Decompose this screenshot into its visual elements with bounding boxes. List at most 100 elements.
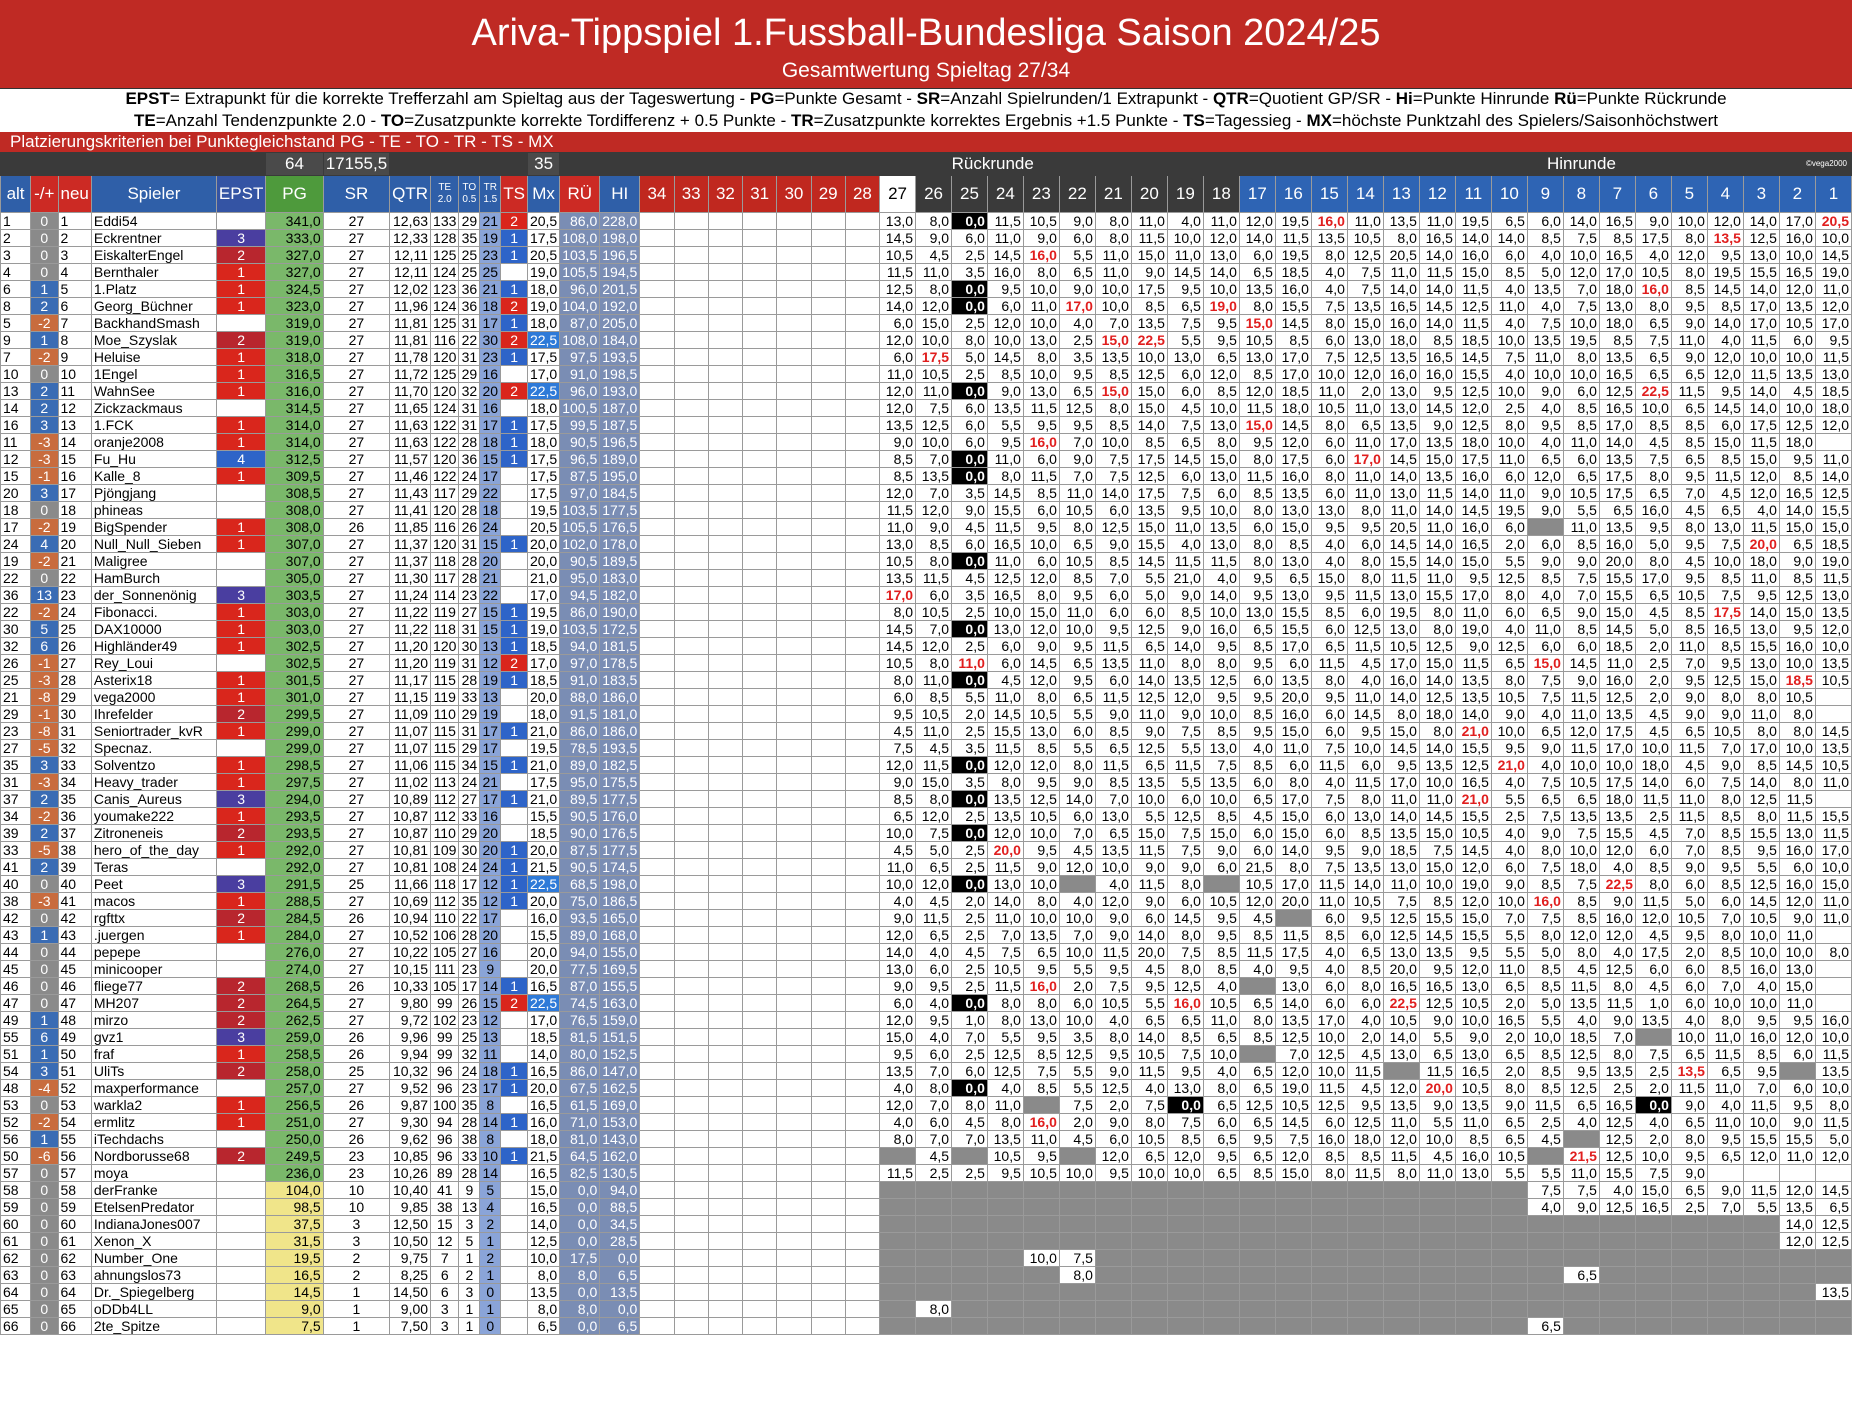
cell-day-24: 8,0: [986, 773, 1024, 791]
cell-day-1: 9,5: [1814, 331, 1852, 349]
cell-ts: 2: [500, 382, 528, 400]
cell-pg: 31,5: [265, 1232, 324, 1250]
cell-day-17: 9,5: [1238, 722, 1276, 740]
cell-ru: 0,0: [559, 1198, 601, 1216]
cell-day-32: [707, 314, 744, 332]
cell-day-26: 6,5: [915, 858, 953, 876]
cell-neu: 45: [57, 960, 92, 978]
cell-day-14: 4,0: [1346, 671, 1384, 689]
table-row: 32 6 26 Highländer49 1 302,5 27 11,20 120 30 13 1 18…: [0, 637, 1852, 655]
cell-neu: 29: [57, 688, 92, 706]
cell-day-34: [639, 858, 675, 876]
col-pg: PG: [265, 175, 324, 213]
cell-to: 5: [458, 1232, 481, 1250]
cell-hi: 193,5: [599, 739, 641, 757]
table-row: 64 0 64 Dr._Spiegelberg 14,5 1 14,50 6 3 0 13,5 0,0…: [0, 1283, 1852, 1301]
table-row: 49 1 48 mirzo 2 262,5 27 9,72 102 23 12 17,0 76,5 159…: [0, 1011, 1852, 1029]
cell-sr: 27: [322, 841, 391, 859]
cell-day-27: 6,0: [879, 994, 917, 1012]
cell-day-15: 8,5: [1310, 926, 1348, 944]
col-day-17: 17: [1238, 175, 1276, 213]
cell-day-15: 9,5: [1310, 518, 1348, 536]
cell-qtr: 9,00: [389, 1300, 432, 1318]
cell-day-33: [673, 977, 709, 995]
cell-day-17: [1238, 1232, 1276, 1250]
cell-day-22: 4,5: [1058, 1130, 1096, 1148]
cell-day-13: 20,5: [1382, 246, 1420, 264]
cell-day-13: 10,5: [1382, 637, 1420, 655]
cell-ru: 108,0: [559, 331, 601, 349]
summary-blank-3: [559, 152, 675, 176]
cell-ru: 86,0: [559, 212, 601, 230]
cell-epst: [215, 1300, 267, 1318]
col-day-25: 25: [951, 175, 988, 213]
cell-alt: 31: [0, 773, 32, 791]
cell-day-10: 2,0: [1490, 1062, 1528, 1080]
cell-day-15: 7,5: [1310, 739, 1348, 757]
cell-day-22: [1058, 1147, 1096, 1165]
cell-day-17: [1238, 1045, 1276, 1063]
cell-epst: 1: [215, 807, 267, 825]
cell-day-12: 14,0: [1418, 314, 1456, 332]
cell-day-16: [1274, 1198, 1312, 1216]
col-spieler: Spieler: [90, 175, 217, 213]
cell-qtr: 11,63: [389, 433, 432, 451]
cell-day-32: [707, 1011, 744, 1029]
cell-change: 0: [30, 943, 59, 961]
table-row: 38 -3 41 macos 1 288,5 27 10,69 112 35 12 1 20,0 75,0…: [0, 892, 1852, 910]
cell-day-34: [639, 739, 675, 757]
cell-pg: 14,5: [265, 1283, 324, 1301]
cell-day-20: 8,5: [1130, 297, 1168, 315]
cell-day-4: 8,0: [1706, 688, 1744, 706]
cell-day-31: [742, 773, 778, 791]
cell-day-17: 12,5: [1238, 1096, 1276, 1114]
cell-day-19: 9,5: [1166, 1062, 1204, 1080]
cell-day-27: 4,0: [879, 1079, 917, 1097]
cell-day-5: 8,5: [1670, 603, 1708, 621]
cell-day-29: [810, 501, 846, 519]
cell-day-15: 6,0: [1310, 1113, 1348, 1131]
cell-day-8: 19,5: [1562, 331, 1600, 349]
cell-day-17: 8,5: [1238, 1164, 1276, 1182]
cell-day-8: 6,5: [1562, 1096, 1600, 1114]
cell-spieler: MH207: [90, 994, 217, 1012]
cell-day-6: 0,0: [1634, 1096, 1672, 1114]
cell-day-23: [1022, 1317, 1060, 1335]
cell-hi: 193,5: [599, 348, 641, 366]
cell-alt: 6: [0, 280, 32, 298]
cell-day-18: 4,0: [1202, 977, 1240, 995]
cell-day-5: [1670, 1215, 1708, 1233]
cell-day-6: 7,5: [1634, 450, 1672, 468]
cell-day-13: 14,0: [1382, 688, 1420, 706]
cell-pg: 302,5: [265, 637, 324, 655]
cell-day-24: 8,0: [986, 994, 1024, 1012]
cell-ru: 96,5: [559, 450, 601, 468]
cell-day-21: 13,5: [1094, 348, 1132, 366]
cell-day-30: [776, 382, 812, 400]
cell-day-6: 2,0: [1634, 671, 1672, 689]
cell-day-33: [673, 858, 709, 876]
cell-neu: 49: [57, 1028, 92, 1046]
cell-day-9: 11,0: [1526, 348, 1564, 366]
cell-day-7: 12,5: [1598, 1113, 1636, 1131]
cell-qtr: 12,11: [389, 263, 432, 281]
cell-day-26: 12,0: [915, 297, 953, 315]
cell-day-25: 3,5: [951, 586, 988, 604]
cell-day-26: 8,5: [915, 535, 953, 553]
cell-day-11: [1454, 1317, 1492, 1335]
cell-ts: 1: [500, 875, 528, 893]
cell-day-32: [707, 501, 744, 519]
cell-mx: 17,5: [526, 348, 561, 366]
cell-ru: 86,0: [559, 722, 601, 740]
cell-sr: 3: [322, 1215, 391, 1233]
cell-day-7: 18,0: [1598, 314, 1636, 332]
cell-day-4: 6,5: [1706, 1147, 1744, 1165]
cell-day-16: 14,5: [1274, 314, 1312, 332]
cell-change: 6: [30, 637, 59, 655]
cell-day-2: 13,5: [1778, 1198, 1816, 1216]
cell-hi: 201,5: [599, 280, 641, 298]
cell-neu: 58: [57, 1181, 92, 1199]
cell-to: 25: [458, 263, 481, 281]
cell-day-19: 0,0: [1166, 1096, 1204, 1114]
cell-mx: 20,0: [526, 552, 561, 570]
